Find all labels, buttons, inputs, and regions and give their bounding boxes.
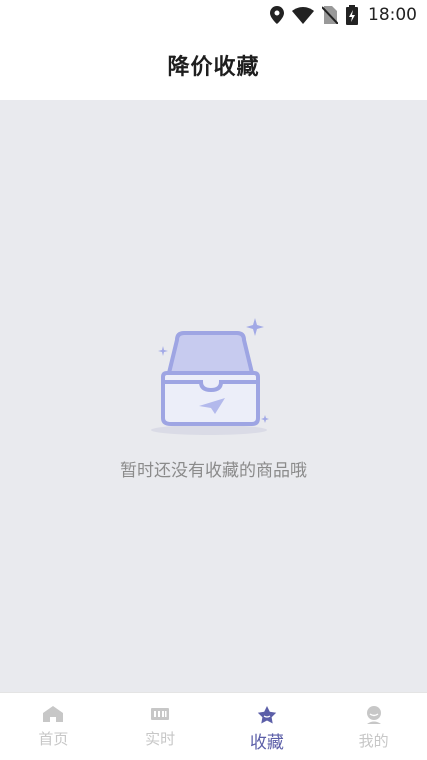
no-sim-icon: [322, 6, 338, 24]
home-icon: [43, 706, 64, 726]
wifi-icon: [292, 6, 314, 24]
battery-charging-icon: [346, 5, 358, 25]
page-title: 降价收藏: [167, 55, 260, 80]
nav-item-realtime[interactable]: 实时: [107, 693, 214, 760]
status-time: 18:00: [368, 5, 417, 25]
star-icon: [257, 706, 277, 728]
empty-state: 暂时还没有收藏的商品哦: [0, 318, 427, 481]
nav-item-favorites[interactable]: 收藏: [214, 693, 321, 760]
app-header: 降价收藏: [0, 30, 427, 100]
location-icon: [270, 6, 284, 24]
empty-message: 暂时还没有收藏的商品哦: [120, 461, 307, 481]
nav-item-home[interactable]: 首页: [0, 693, 107, 760]
main-content: 暂时还没有收藏的商品哦: [0, 100, 427, 692]
nav-item-profile[interactable]: 我的: [320, 693, 427, 760]
nav-label-home: 首页: [38, 730, 69, 748]
profile-icon: [365, 706, 383, 728]
nav-label-favorites: 收藏: [249, 733, 284, 753]
nav-label-realtime: 实时: [145, 730, 176, 748]
nav-label-profile: 我的: [358, 732, 389, 750]
bottom-nav: 首页 实时 收藏 我的: [0, 692, 427, 760]
empty-box-icon: [149, 318, 279, 442]
app-screen: 18:00 降价收藏 暂时还没有收藏的商品哦 首页 实时 收藏 我的: [0, 0, 427, 760]
keyboard-icon: [150, 706, 170, 726]
status-bar: 18:00: [0, 0, 427, 30]
